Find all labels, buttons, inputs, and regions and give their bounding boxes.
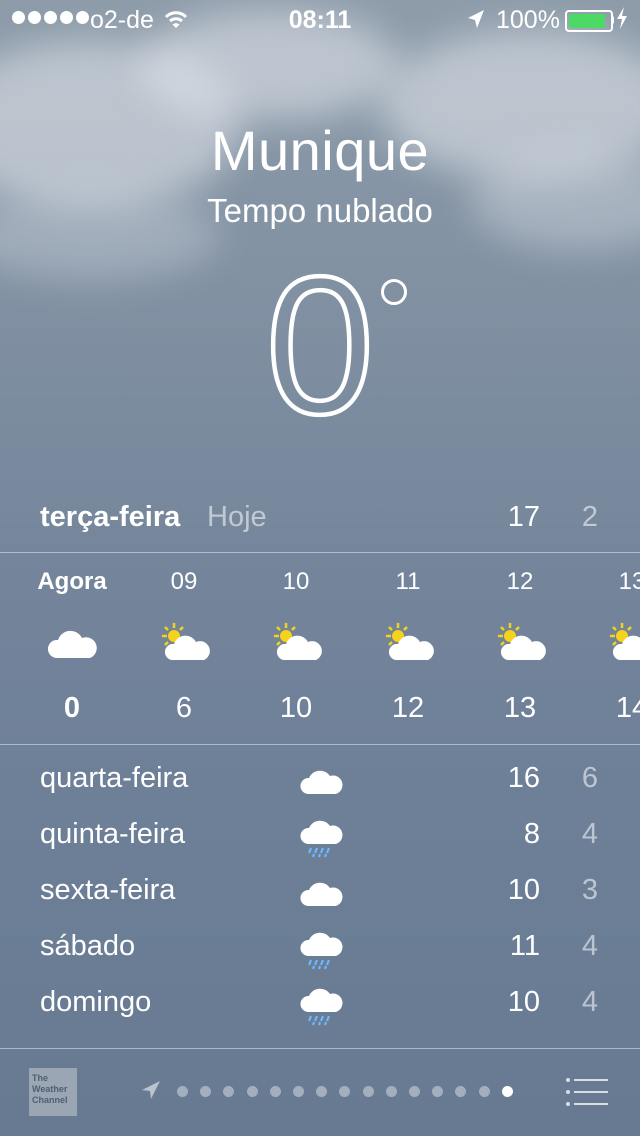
page-dot [293,1086,304,1097]
today-label: Hoje [207,501,267,533]
page-dot [478,1086,490,1097]
degree-symbol [381,279,407,305]
day-low-temp: 4 [581,930,598,962]
partly-sunny-icon [380,620,436,664]
partly-sunny-icon [268,620,324,664]
page-dot [385,1086,397,1097]
day-name: sábado [40,930,136,962]
battery-level-fill [569,14,605,28]
day-low-temp: 3 [581,874,598,906]
day-high-temp: 8 [523,818,540,850]
city-list-icon[interactable] [565,1077,609,1107]
divider-top [0,552,640,553]
location-services-icon [466,8,486,37]
hourly-item: 13 14 [576,554,640,725]
charging-bolt-icon [616,7,628,35]
page-dot [223,1086,235,1097]
day-name: sexta-feira [40,874,176,906]
cloud-icon [298,872,344,914]
hour-time: 10 [282,568,310,595]
page-dot [246,1086,258,1097]
today-summary-row: terça-feira Hoje 17 2 [0,497,640,543]
hourly-item: 11 12 [352,554,464,725]
rain-icon [298,816,344,858]
hour-temp: 12 [391,692,425,724]
battery-icon [565,10,613,32]
page-dot-active [501,1086,513,1097]
cloud-icon [44,620,100,664]
hour-temp: 10 [279,692,313,724]
daily-forecast-row: quarta-feira 16 6 [0,752,640,808]
day-low-temp: 4 [581,818,598,850]
daily-forecast-row: sexta-feira 10 3 [0,864,640,920]
daily-forecast-row: domingo 10 4 [0,976,640,1032]
page-dot [455,1086,467,1097]
day-name: domingo [40,986,152,1018]
weather-condition: Tempo nublado [207,192,433,229]
hourly-forecast[interactable]: Agora 0 09 6 10 10 11 12 12 13 13 1 [0,554,640,742]
current-temperature-value: 0 [265,262,374,432]
bottom-toolbar: The Weather Channel [0,1049,640,1136]
day-high-temp: 16 [507,762,540,794]
page-dot [200,1086,212,1097]
hourly-item: 10 10 [240,554,352,725]
current-temperature: 0 [0,234,640,458]
battery-percentage: 100% [496,6,560,34]
page-dot [177,1086,188,1097]
today-high-temp: 17 [507,501,540,533]
day-low-temp: 6 [581,762,598,794]
hourly-item: 09 6 [128,554,240,725]
day-name: quinta-feira [40,818,186,850]
hour-time: Agora [37,568,107,595]
weather-channel-logo[interactable]: The Weather Channel [29,1068,77,1116]
hour-temp: 0 [63,692,81,724]
divider-middle [0,744,640,745]
cloud-icon [298,760,344,802]
day-high-temp: 10 [507,874,540,906]
partly-sunny-icon [156,620,212,664]
current-temperature-graphic: 0 [263,234,377,458]
page-dot [432,1086,444,1097]
hourly-item: 12 13 [464,554,576,725]
hour-temp: 6 [175,692,193,724]
daily-forecast-row: quinta-feira 8 4 [0,808,640,864]
day-high-temp: 11 [509,930,540,962]
status-bar: o2-de 08:11 100% [0,0,640,40]
partly-sunny-icon [604,620,640,664]
today-day-name: terça-feira [40,501,181,533]
hour-time: 09 [170,568,198,595]
page-dot [409,1086,420,1097]
hour-time: 11 [395,568,421,595]
hour-time: 13 [618,568,640,595]
day-low-temp: 4 [581,986,598,1018]
city-name: Munique [210,119,430,182]
day-name: quarta-feira [40,762,189,794]
partly-sunny-icon [492,620,548,664]
day-high-temp: 10 [507,986,540,1018]
hour-temp: 14 [615,692,640,724]
today-low-temp: 2 [581,501,598,533]
page-dot [339,1086,351,1097]
rain-icon [298,984,344,1026]
hour-temp: 13 [503,692,537,724]
hour-time: 12 [506,568,534,595]
page-dot [316,1086,328,1097]
rain-icon [298,928,344,970]
page-dot [362,1086,374,1097]
battery-tip [611,16,614,24]
hourly-item: Agora 0 [16,554,128,725]
current-location-icon[interactable] [140,1079,162,1101]
daily-forecast-row: sábado 11 4 [0,920,640,976]
page-dot [269,1086,281,1097]
